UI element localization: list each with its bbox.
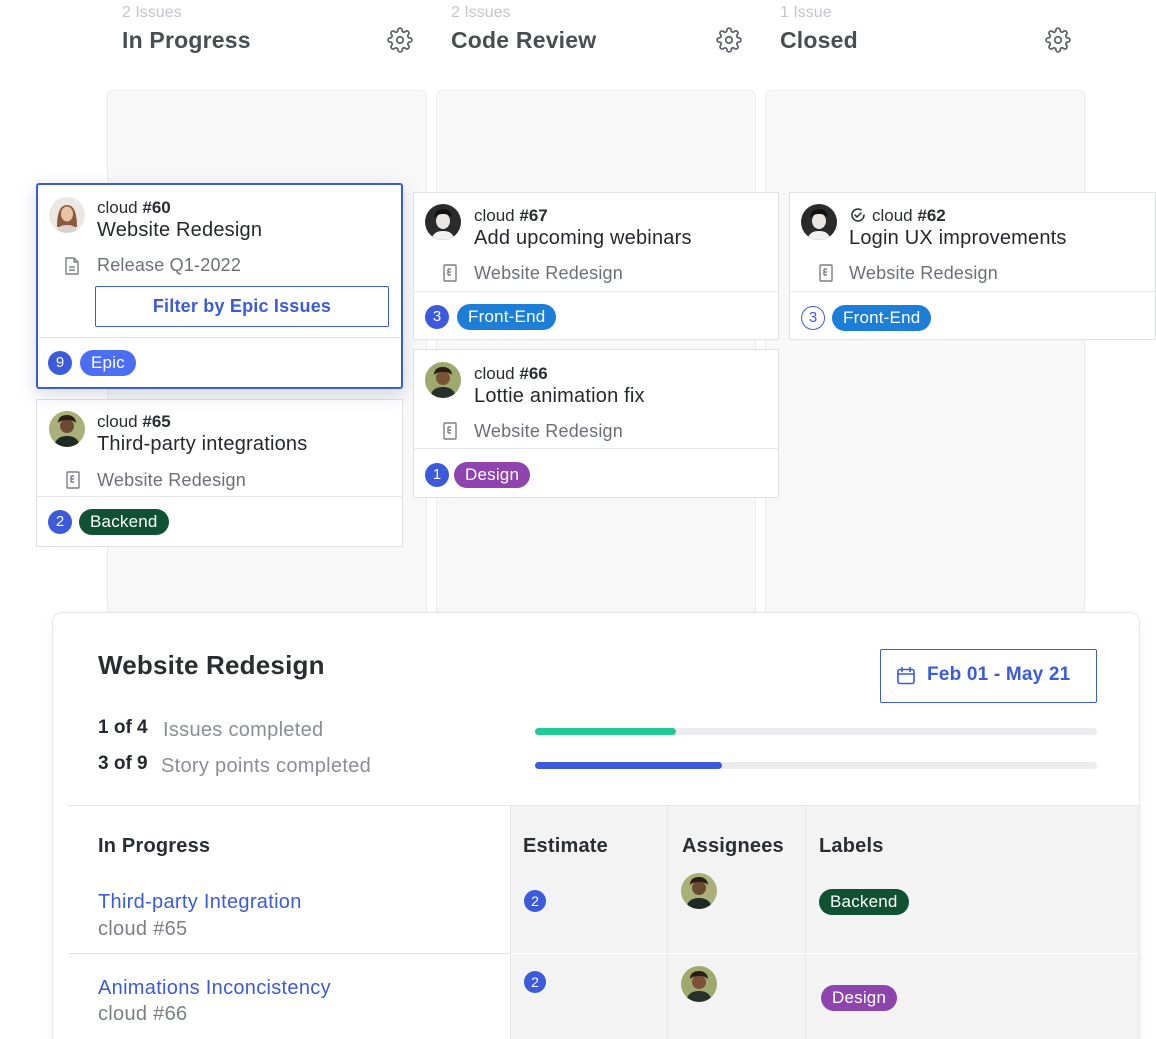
epic-icon	[66, 471, 80, 489]
card-footer: 9 Epic	[38, 337, 401, 387]
label-backend[interactable]: Backend	[819, 889, 909, 915]
column-header-closed: 1 Issue Closed	[780, 0, 1080, 60]
story-points-completed-count: 3 of 9	[98, 753, 148, 774]
issue-key: cloud #62	[872, 206, 946, 225]
column-title: In Progress	[122, 27, 251, 53]
issue-link[interactable]: Third-party Integration	[98, 891, 302, 914]
card-footer: 1 Design	[414, 448, 778, 497]
story-points-completed-label: Story points completed	[161, 755, 372, 777]
issue-key: cloud #65	[97, 412, 171, 431]
calendar-icon	[897, 666, 915, 685]
issues-progress-bar	[535, 728, 1097, 735]
label-front-end[interactable]: Front-End	[832, 305, 932, 331]
issue-title: Add upcoming webinars	[474, 227, 692, 249]
column-header-in-progress: 2 Issues In Progress	[122, 0, 422, 60]
label-design[interactable]: Design	[454, 462, 531, 488]
avatar	[425, 362, 461, 398]
column-title: Closed	[780, 27, 858, 53]
label-epic[interactable]: Epic	[80, 350, 136, 376]
issue-title: Website Redesign	[97, 219, 263, 241]
story-points-badge: 1	[425, 463, 449, 487]
issue-card-66[interactable]: cloud #66 Lottie animation fix Website R…	[413, 349, 779, 498]
column-title: Code Review	[451, 27, 597, 53]
epic-card-60[interactable]: cloud #60 Website Redesign Release Q1-20…	[36, 183, 403, 389]
issue-key: cloud #66	[474, 364, 548, 383]
issue-id: cloud #65	[98, 918, 188, 940]
avatar	[49, 197, 85, 233]
epic-name: Website Redesign	[474, 421, 623, 441]
issues-progress-fill	[535, 728, 676, 735]
estimate-badge: 2	[524, 890, 546, 912]
issue-title: Login UX improvements	[849, 227, 1067, 249]
column-settings-gear-icon[interactable]	[387, 27, 413, 53]
epic-name: Website Redesign	[849, 263, 998, 283]
story-points-badge: 3	[425, 305, 449, 329]
epic-name: Website Redesign	[474, 263, 623, 283]
column-header-code-review: 2 Issues Code Review	[451, 0, 751, 60]
column-divider	[805, 806, 806, 1039]
label-front-end[interactable]: Front-End	[457, 304, 557, 330]
story-points-progress-fill	[535, 762, 722, 769]
avatar	[49, 411, 85, 447]
epic-icon	[819, 264, 833, 282]
avatar	[425, 204, 461, 240]
story-points-badge: 3	[801, 306, 825, 330]
issue-key: cloud #60	[97, 198, 171, 217]
issue-id: cloud #66	[98, 1003, 188, 1025]
story-points-badge: 9	[48, 351, 72, 375]
column-issue-count: 2 Issues	[451, 4, 511, 21]
estimate-badge: 2	[524, 971, 546, 993]
card-footer: 2 Backend	[37, 496, 402, 546]
issue-card-62[interactable]: cloud #62 Login UX improvements Website …	[789, 192, 1156, 340]
document-icon	[65, 257, 79, 275]
story-points-progress-bar	[535, 762, 1097, 769]
lane-closed	[765, 90, 1085, 630]
assignee-avatar[interactable]	[681, 873, 717, 909]
column-divider	[667, 806, 668, 1039]
row-divider	[511, 953, 1139, 954]
row-divider	[68, 953, 511, 954]
column-header-status: In Progress	[98, 835, 211, 857]
card-footer: 3 Front-End	[790, 291, 1155, 339]
filter-by-epic-issues-button[interactable]: Filter by Epic Issues	[95, 286, 389, 327]
column-header-estimate: Estimate	[523, 835, 608, 857]
epic-icon	[443, 422, 457, 440]
issue-title: Lottie animation fix	[474, 385, 645, 407]
assignee-avatar[interactable]	[681, 966, 717, 1002]
column-header-labels: Labels	[819, 835, 884, 857]
story-points-badge: 2	[48, 510, 72, 534]
issue-card-65[interactable]: cloud #65 Third-party integrations Websi…	[36, 399, 403, 547]
issue-card-67[interactable]: cloud #67 Add upcoming webinars Website …	[413, 192, 779, 340]
issue-link[interactable]: Animations Inconcistency	[98, 977, 331, 1000]
column-issue-count: 2 Issues	[122, 4, 182, 21]
epic-title: Website Redesign	[98, 650, 325, 680]
epic-icon	[443, 264, 457, 282]
issues-completed-count: 1 of 4	[98, 717, 148, 738]
release-name: Release Q1-2022	[97, 255, 242, 275]
column-settings-gear-icon[interactable]	[1045, 27, 1071, 53]
label-backend[interactable]: Backend	[79, 509, 169, 535]
issue-title: Third-party integrations	[97, 433, 308, 455]
column-header-assignees: Assignees	[682, 835, 784, 857]
issues-completed-label: Issues completed	[163, 719, 324, 741]
epic-name: Website Redesign	[97, 470, 246, 490]
label-design[interactable]: Design	[821, 985, 898, 1011]
date-range-text: Feb 01 - May 21	[927, 664, 1071, 685]
column-settings-gear-icon[interactable]	[716, 27, 742, 53]
avatar	[801, 204, 837, 240]
issue-key: cloud #67	[474, 206, 548, 225]
column-issue-count: 1 Issue	[780, 4, 832, 21]
date-range-button[interactable]: Feb 01 - May 21	[880, 649, 1097, 703]
epic-detail-panel: Website Redesign Feb 01 - May 21 1 of 4 …	[52, 612, 1140, 1039]
resolved-status-icon	[851, 208, 865, 222]
card-footer: 3 Front-End	[414, 291, 778, 339]
